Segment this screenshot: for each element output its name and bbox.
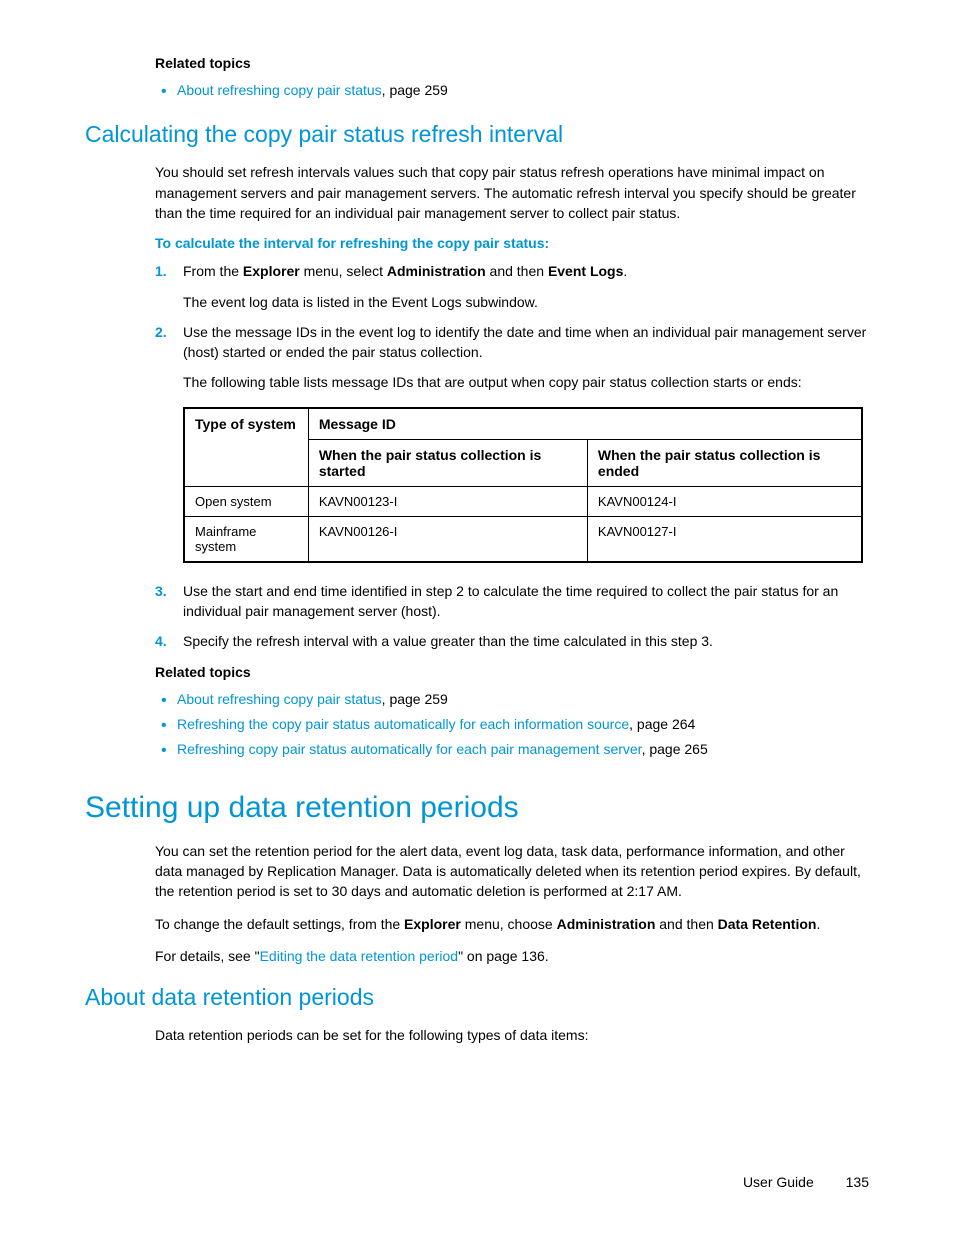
step-4: Specify the refresh interval with a valu… — [155, 631, 869, 651]
related-topics-heading-2: Related topics — [155, 664, 869, 680]
cell-ended: KAVN00124-I — [587, 486, 862, 516]
heading-calculating-interval: Calculating the copy pair status refresh… — [85, 121, 869, 148]
text: menu, choose — [461, 916, 557, 932]
menu-data-retention: Data Retention — [718, 916, 817, 932]
related-topics-list-2: About refreshing copy pair status, page … — [155, 688, 869, 761]
link-editing-retention[interactable]: Editing the data retention period — [260, 948, 458, 964]
text: To change the default settings, from the — [155, 916, 404, 932]
procedure-list: From the Explorer menu, select Administr… — [155, 261, 869, 392]
footer-page-number: 135 — [846, 1174, 869, 1190]
cell-type: Open system — [184, 486, 308, 516]
step-text: Use the message IDs in the event log to … — [183, 324, 866, 360]
text: " on page 136. — [458, 948, 549, 964]
col-ended: When the pair status collection is ended — [587, 439, 862, 486]
step-text: . — [623, 263, 627, 279]
list-item: Refreshing the copy pair status automati… — [155, 713, 869, 735]
text: . — [816, 916, 820, 932]
menu-event-logs: Event Logs — [548, 263, 623, 279]
link-refreshing-auto-source[interactable]: Refreshing the copy pair status automati… — [177, 716, 629, 732]
col-msgid: Message ID — [308, 408, 862, 440]
link-refreshing-status[interactable]: About refreshing copy pair status — [177, 82, 382, 98]
menu-explorer: Explorer — [404, 916, 461, 932]
step-3: Use the start and end time identified in… — [155, 581, 869, 622]
menu-administration: Administration — [387, 263, 486, 279]
text: and then — [655, 916, 717, 932]
procedure-list-continued: Use the start and end time identified in… — [155, 581, 869, 652]
link-suffix: , page 264 — [629, 716, 695, 732]
related-topics-heading-1: Related topics — [155, 55, 869, 71]
step-2-sub: The following table lists message IDs th… — [183, 372, 869, 392]
step-2: Use the message IDs in the event log to … — [155, 322, 869, 393]
cell-ended: KAVN00127-I — [587, 516, 862, 562]
footer-guide-label: User Guide — [743, 1174, 814, 1190]
menu-explorer: Explorer — [243, 263, 300, 279]
heading-data-retention: Setting up data retention periods — [85, 791, 869, 825]
intro-paragraph: You should set refresh intervals values … — [155, 162, 869, 223]
list-item: Refreshing copy pair status automaticall… — [155, 738, 869, 760]
heading-about-retention: About data retention periods — [85, 984, 869, 1011]
page-footer: User Guide 135 — [743, 1174, 869, 1190]
col-type: Type of system — [184, 408, 308, 487]
retention-paragraph-2: To change the default settings, from the… — [155, 914, 869, 934]
table-row: Open system KAVN00123-I KAVN00124-I — [184, 486, 862, 516]
step-1-sub: The event log data is listed in the Even… — [183, 292, 869, 312]
step-1: From the Explorer menu, select Administr… — [155, 261, 869, 312]
link-suffix: , page 259 — [382, 691, 448, 707]
step-text: menu, select — [300, 263, 387, 279]
cell-started: KAVN00123-I — [308, 486, 587, 516]
col-started: When the pair status collection is start… — [308, 439, 587, 486]
cell-started: KAVN00126-I — [308, 516, 587, 562]
menu-administration: Administration — [557, 916, 656, 932]
link-refreshing-auto-server[interactable]: Refreshing copy pair status automaticall… — [177, 741, 642, 757]
about-retention-paragraph: Data retention periods can be set for th… — [155, 1025, 869, 1045]
message-id-table: Type of system Message ID When the pair … — [183, 407, 863, 563]
table-header-row: Type of system Message ID — [184, 408, 862, 440]
step-text: From the — [183, 263, 243, 279]
link-refreshing-status[interactable]: About refreshing copy pair status — [177, 691, 382, 707]
related-topics-list-1: About refreshing copy pair status, page … — [155, 79, 869, 101]
link-suffix: , page 259 — [382, 82, 448, 98]
list-item: About refreshing copy pair status, page … — [155, 688, 869, 710]
link-suffix: , page 265 — [642, 741, 708, 757]
retention-paragraph-1: You can set the retention period for the… — [155, 841, 869, 902]
procedure-heading: To calculate the interval for refreshing… — [155, 235, 869, 251]
list-item: About refreshing copy pair status, page … — [155, 79, 869, 101]
cell-type: Mainframe system — [184, 516, 308, 562]
retention-paragraph-3: For details, see "Editing the data reten… — [155, 946, 869, 966]
step-text: and then — [486, 263, 548, 279]
table-row: Mainframe system KAVN00126-I KAVN00127-I — [184, 516, 862, 562]
text: For details, see " — [155, 948, 260, 964]
